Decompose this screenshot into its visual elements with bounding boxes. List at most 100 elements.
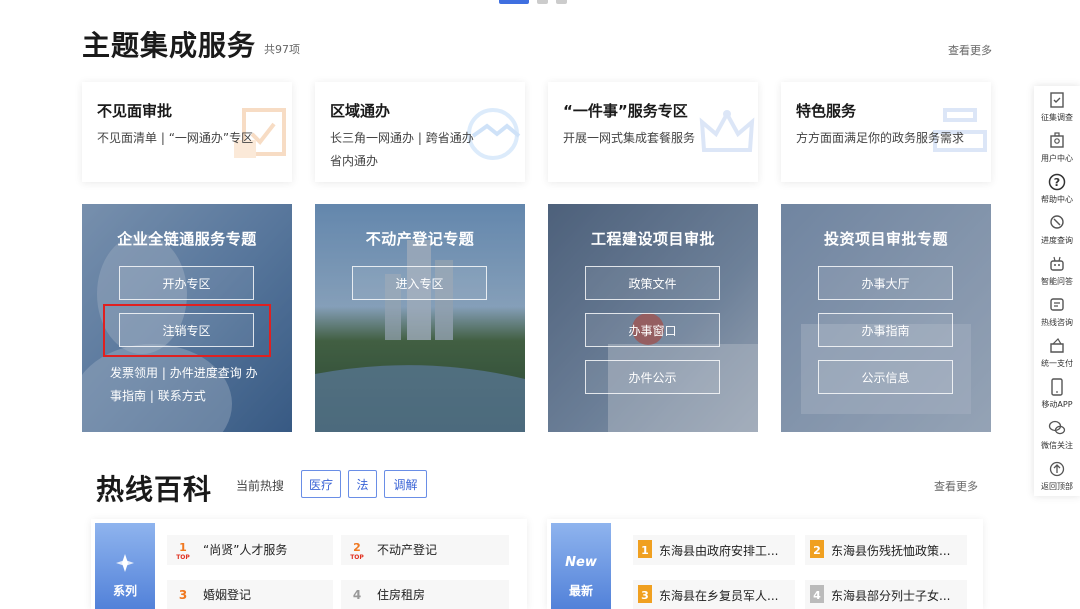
latest-panel: New 最新 1 东海县由政府安排工... 2 东海县伤残抚恤政策... 3 东… bbox=[547, 519, 983, 609]
toolbar-label: 进度查询 bbox=[1041, 236, 1073, 245]
case-publicity-button[interactable]: 办件公示 bbox=[585, 360, 720, 394]
card-title: 不见面审批 bbox=[97, 102, 173, 120]
topic-title: 不动产登记专题 bbox=[365, 230, 475, 248]
topic-title: 投资项目审批专题 bbox=[823, 230, 948, 248]
rank-4-flag-icon: 4 bbox=[810, 585, 824, 603]
topic-link[interactable]: 发票领用 bbox=[110, 366, 158, 380]
card-link[interactable]: 省内通办 bbox=[330, 154, 378, 168]
toolbar-survey[interactable]: 征集调查 bbox=[1034, 88, 1080, 128]
toolbar-wechat[interactable]: 微信关注 bbox=[1034, 416, 1080, 456]
card-links: 开展一网式集成套餐服务 bbox=[563, 127, 735, 150]
progress-query-icon bbox=[1050, 215, 1064, 229]
hotline-view-more-link[interactable]: 查看更多 bbox=[934, 478, 978, 494]
toolbar-label: 统一支付 bbox=[1041, 359, 1073, 368]
back-to-top-icon bbox=[1049, 461, 1065, 477]
topic-enterprise-chain: 企业全链通服务专题 开办专区 注销专区 发票领用 | 办件进度查询 办事指南 |… bbox=[82, 204, 292, 432]
card-link[interactable]: “一网通办”专区 bbox=[169, 131, 253, 145]
section-title: 主题集成服务 bbox=[82, 29, 257, 62]
rank-4-icon: 4 bbox=[353, 588, 361, 602]
service-guide-button[interactable]: 办事指南 bbox=[818, 313, 953, 347]
topic-title: 工程建设项目审批 bbox=[590, 230, 715, 248]
open-zone-button[interactable]: 开办专区 bbox=[119, 266, 254, 300]
tag-law[interactable]: 法 bbox=[348, 470, 377, 498]
tag-mediation[interactable]: 调解 bbox=[384, 470, 427, 498]
toolbar-label: 征集调查 bbox=[1041, 113, 1073, 122]
card-special-service[interactable]: 特色服务 方方面面满足你的政务服务需求 bbox=[781, 82, 991, 182]
compass-icon bbox=[116, 554, 134, 572]
robot-icon bbox=[1050, 256, 1064, 271]
svg-text:3: 3 bbox=[641, 589, 649, 602]
card-links: 不见面清单 | “一网通办”专区 bbox=[97, 127, 269, 150]
service-hall-button[interactable]: 办事大厅 bbox=[818, 266, 953, 300]
mobile-app-icon bbox=[1051, 378, 1063, 396]
rank-3-icon: 3 bbox=[179, 588, 187, 602]
svg-text:4: 4 bbox=[813, 589, 821, 602]
card-link[interactable]: 开展一网式集成套餐服务 bbox=[563, 131, 695, 145]
list-item[interactable]: 1 TOP “尚贤”人才服务 bbox=[167, 535, 333, 565]
list-item[interactable]: 2 东海县伤残抚恤政策... bbox=[805, 535, 967, 565]
topic-investment-approval: 投资项目审批专题 办事大厅 办事指南 公示信息 bbox=[781, 204, 991, 432]
svg-text:TOP: TOP bbox=[350, 554, 364, 560]
toolbar-hotline[interactable]: 热线咨询 bbox=[1034, 293, 1080, 333]
toolbar-mobile-app[interactable]: 移动APP bbox=[1034, 375, 1080, 415]
wechat-icon bbox=[1048, 420, 1066, 435]
card-title: 区域通办 bbox=[330, 102, 391, 120]
card-link[interactable]: 不见面清单 bbox=[97, 131, 157, 145]
toolbar-label: 智能问答 bbox=[1041, 277, 1073, 286]
item-title: 东海县由政府安排工... bbox=[659, 544, 779, 558]
toolbar-label: 返回顶部 bbox=[1041, 482, 1073, 491]
pager-dot-active[interactable] bbox=[499, 0, 529, 4]
card-link[interactable]: 长三角一网通办 bbox=[330, 131, 414, 145]
series-panel: 系列 1 TOP “尚贤”人才服务 2 TOP 不动产登记 3 婚姻登记 4 住房租… bbox=[91, 519, 527, 609]
service-cards: 不见面审批 不见面清单 | “一网通办”专区 区域通办 长三角一网通办 | 跨省… bbox=[82, 82, 992, 182]
card-one-thing-service[interactable]: “一件事”服务专区 开展一网式集成套餐服务 bbox=[548, 82, 758, 182]
tag-medical[interactable]: 医疗 bbox=[301, 470, 341, 498]
topic-real-estate: 不动产登记专题 进入专区 bbox=[315, 204, 525, 432]
section-count: 共97项 bbox=[264, 43, 300, 56]
service-window-button[interactable]: 办事窗口 bbox=[585, 313, 720, 347]
toolbar-payment[interactable]: 统一支付 bbox=[1034, 334, 1080, 374]
topic-link[interactable]: 办件进度查询 bbox=[170, 366, 242, 380]
toolbar-back-to-top[interactable]: 返回顶部 bbox=[1034, 457, 1080, 497]
topic-link[interactable]: 联系方式 bbox=[158, 389, 206, 403]
toolbar-label: 用户中心 bbox=[1041, 154, 1073, 163]
card-no-meeting-approval[interactable]: 不见面审批 不见面清单 | “一网通办”专区 bbox=[82, 82, 292, 182]
series-tile[interactable]: 系列 bbox=[95, 523, 155, 609]
rank-2-flag-icon: 2 bbox=[810, 540, 824, 558]
card-regional-service[interactable]: 区域通办 长三角一网通办 | 跨省通办 省内通办 bbox=[315, 82, 525, 182]
separator: | bbox=[417, 131, 422, 145]
svg-text:3: 3 bbox=[179, 588, 187, 602]
svg-text:?: ? bbox=[1054, 176, 1060, 189]
policy-docs-button[interactable]: 政策文件 bbox=[585, 266, 720, 300]
public-info-button[interactable]: 公示信息 bbox=[818, 360, 953, 394]
card-links: 方方面面满足你的政务服务需求 bbox=[796, 127, 981, 150]
separator: | bbox=[161, 366, 166, 380]
latest-tile[interactable]: New 最新 bbox=[551, 523, 611, 609]
rank-3-flag-icon: 3 bbox=[638, 585, 652, 603]
card-links: 长三角一网通办 | 跨省通办 省内通办 bbox=[330, 127, 502, 173]
toolbar-help[interactable]: ? 帮助中心 bbox=[1034, 170, 1080, 210]
item-title: 不动产登记 bbox=[377, 543, 438, 557]
card-title: “一件事”服务专区 bbox=[563, 102, 688, 120]
user-center-icon bbox=[1050, 132, 1064, 148]
toolbar-progress-query[interactable]: 进度查询 bbox=[1034, 211, 1080, 251]
payment-icon bbox=[1050, 338, 1064, 353]
view-more-link[interactable]: 查看更多 bbox=[948, 42, 992, 58]
svg-text:1: 1 bbox=[641, 544, 649, 557]
svg-text:4: 4 bbox=[353, 588, 361, 602]
enter-zone-button[interactable]: 进入专区 bbox=[352, 266, 487, 300]
separator: | bbox=[149, 389, 154, 403]
pager-dot[interactable] bbox=[556, 0, 567, 4]
card-link[interactable]: 跨省通办 bbox=[426, 131, 474, 145]
toolbar-smart-qa[interactable]: 智能问答 bbox=[1034, 252, 1080, 292]
list-item[interactable]: 2 TOP 不动产登记 bbox=[341, 535, 509, 565]
help-icon: ? bbox=[1048, 173, 1066, 191]
hotline-icon bbox=[1050, 298, 1064, 311]
card-link[interactable]: 方方面面满足你的政务服务需求 bbox=[796, 131, 964, 145]
latest-tile-label: 最新 bbox=[568, 584, 593, 598]
list-item[interactable]: 1 东海县由政府安排工... bbox=[633, 535, 795, 565]
highlight-box bbox=[103, 304, 271, 357]
toolbar-user-center[interactable]: 用户中心 bbox=[1034, 129, 1080, 169]
pager-dot[interactable] bbox=[537, 0, 548, 4]
rank-1-flag-icon: 1 bbox=[638, 540, 652, 558]
